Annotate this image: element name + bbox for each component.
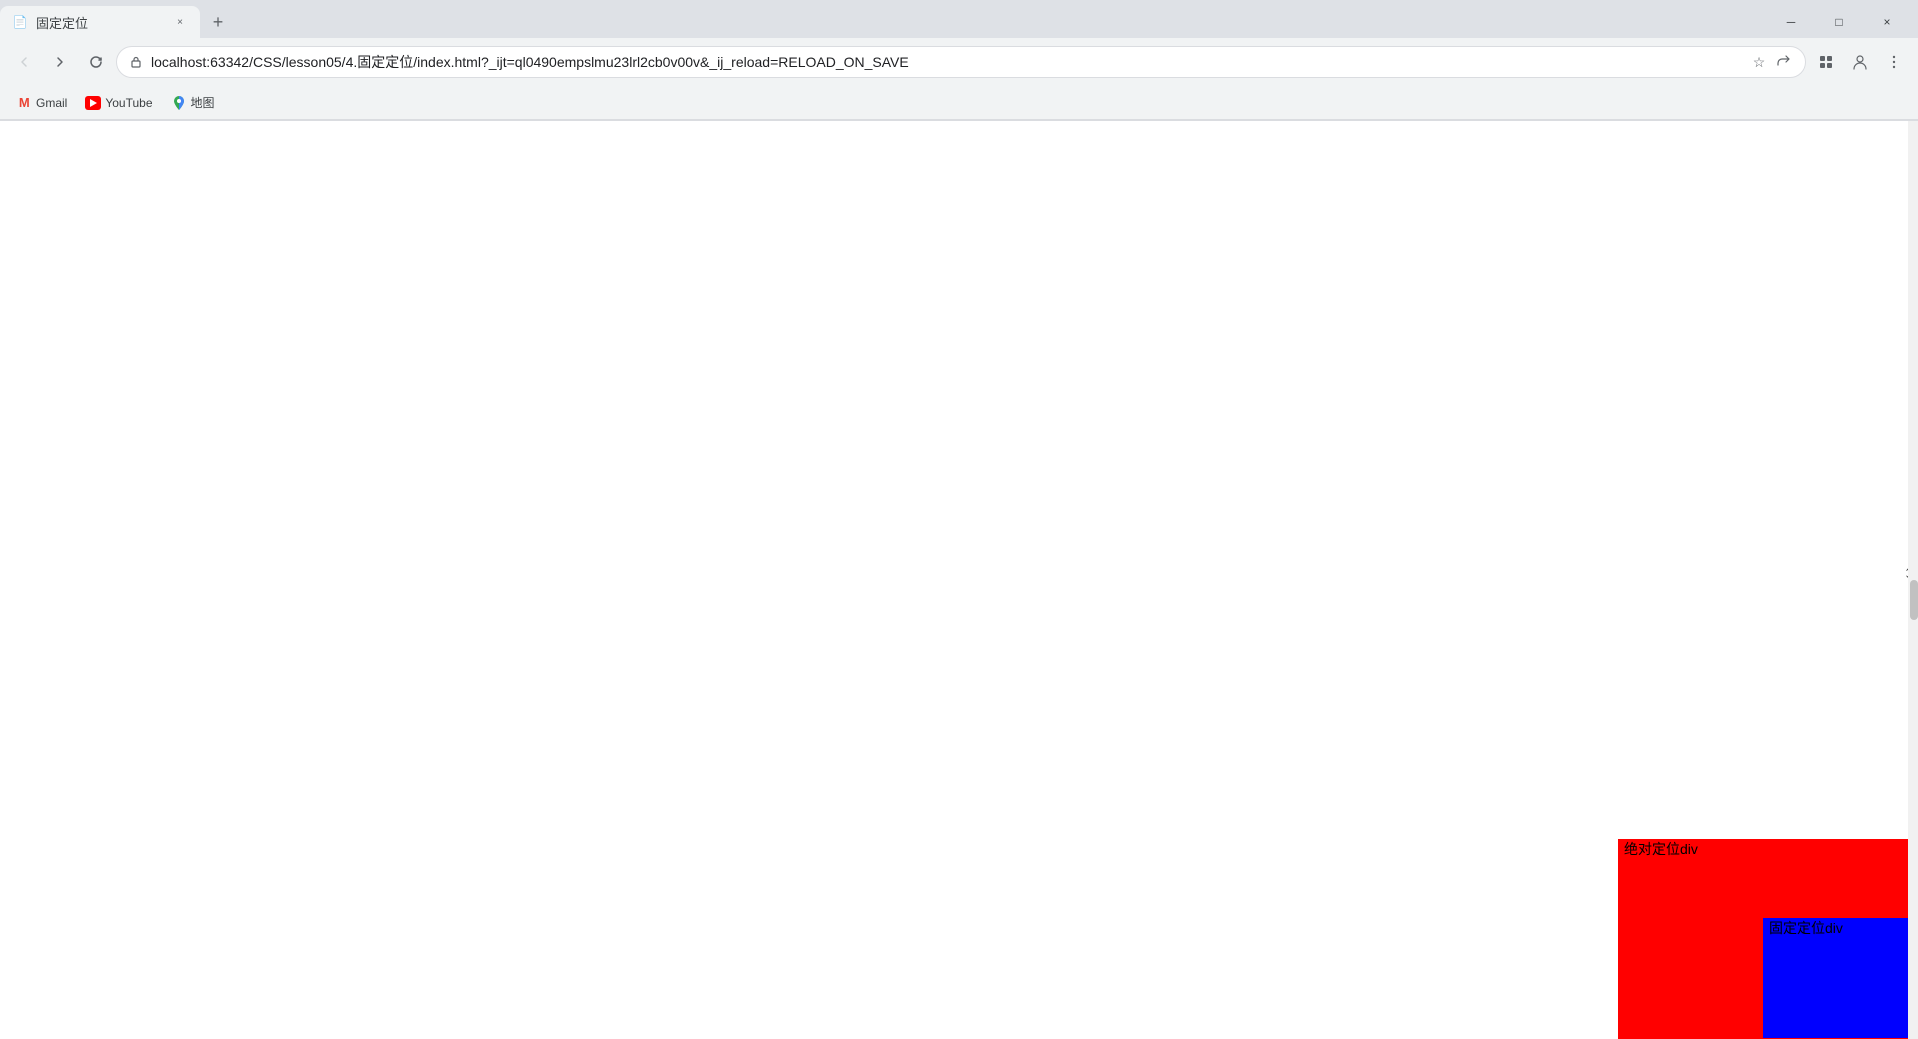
refresh-icon: [88, 54, 104, 70]
bookmark-youtube[interactable]: YouTube: [77, 91, 160, 115]
extensions-button[interactable]: [1810, 46, 1842, 78]
lock-icon: [129, 55, 143, 69]
forward-button[interactable]: [44, 46, 76, 78]
red-box-label: 绝对定位div: [1618, 837, 1704, 861]
back-icon: [16, 54, 32, 70]
address-bar: localhost:63342/CSS/lesson05/4.固定定位/inde…: [0, 38, 1918, 86]
blue-box: 固定定位div: [1763, 918, 1908, 1038]
bookmark-gmail-label: Gmail: [36, 96, 67, 110]
minimize-button[interactable]: ─: [1768, 6, 1814, 38]
bookmark-youtube-label: YouTube: [105, 96, 152, 110]
maximize-button[interactable]: □: [1816, 6, 1862, 38]
blue-box-label: 固定定位div: [1763, 916, 1849, 940]
refresh-button[interactable]: [80, 46, 112, 78]
tab-title: 固定定位: [36, 13, 164, 32]
extensions-icon: [1818, 54, 1834, 70]
tab-close-button[interactable]: ×: [172, 14, 188, 30]
bookmark-gmail[interactable]: M Gmail: [8, 91, 75, 115]
share-icon[interactable]: [1773, 52, 1793, 72]
forward-icon: [52, 54, 68, 70]
maps-favicon: [171, 95, 187, 111]
gmail-favicon: M: [16, 95, 32, 111]
profile-icon: [1851, 53, 1869, 71]
menu-button[interactable]: [1878, 46, 1910, 78]
window-controls: ─ □ ×: [1768, 6, 1918, 38]
bookmarks-bar: M Gmail YouTube 地图: [0, 86, 1918, 120]
page-content: ↕ 绝对定位div: [0, 121, 1918, 1039]
bookmark-maps[interactable]: 地图: [163, 90, 223, 115]
scrollbar[interactable]: [1908, 121, 1918, 1039]
url-text: localhost:63342/CSS/lesson05/4.固定定位/inde…: [151, 52, 1741, 72]
back-button[interactable]: [8, 46, 40, 78]
browser-chrome: 📄 固定定位 × + ─ □ ×: [0, 0, 1918, 121]
menu-icon: [1886, 54, 1902, 70]
active-tab[interactable]: 📄 固定定位 ×: [0, 6, 200, 38]
bookmark-maps-label: 地图: [191, 94, 215, 111]
youtube-favicon: [85, 95, 101, 111]
url-icons: ☆: [1749, 52, 1793, 72]
scrollbar-thumb[interactable]: [1910, 580, 1918, 620]
profile-button[interactable]: [1844, 46, 1876, 78]
url-bar[interactable]: localhost:63342/CSS/lesson05/4.固定定位/inde…: [116, 46, 1806, 78]
new-tab-button[interactable]: +: [204, 8, 232, 36]
toolbar-right: [1810, 46, 1910, 78]
tab-favicon: 📄: [12, 14, 28, 30]
close-button[interactable]: ×: [1864, 6, 1910, 38]
star-icon[interactable]: ☆: [1749, 52, 1769, 72]
tab-bar: 📄 固定定位 × + ─ □ ×: [0, 0, 1918, 38]
